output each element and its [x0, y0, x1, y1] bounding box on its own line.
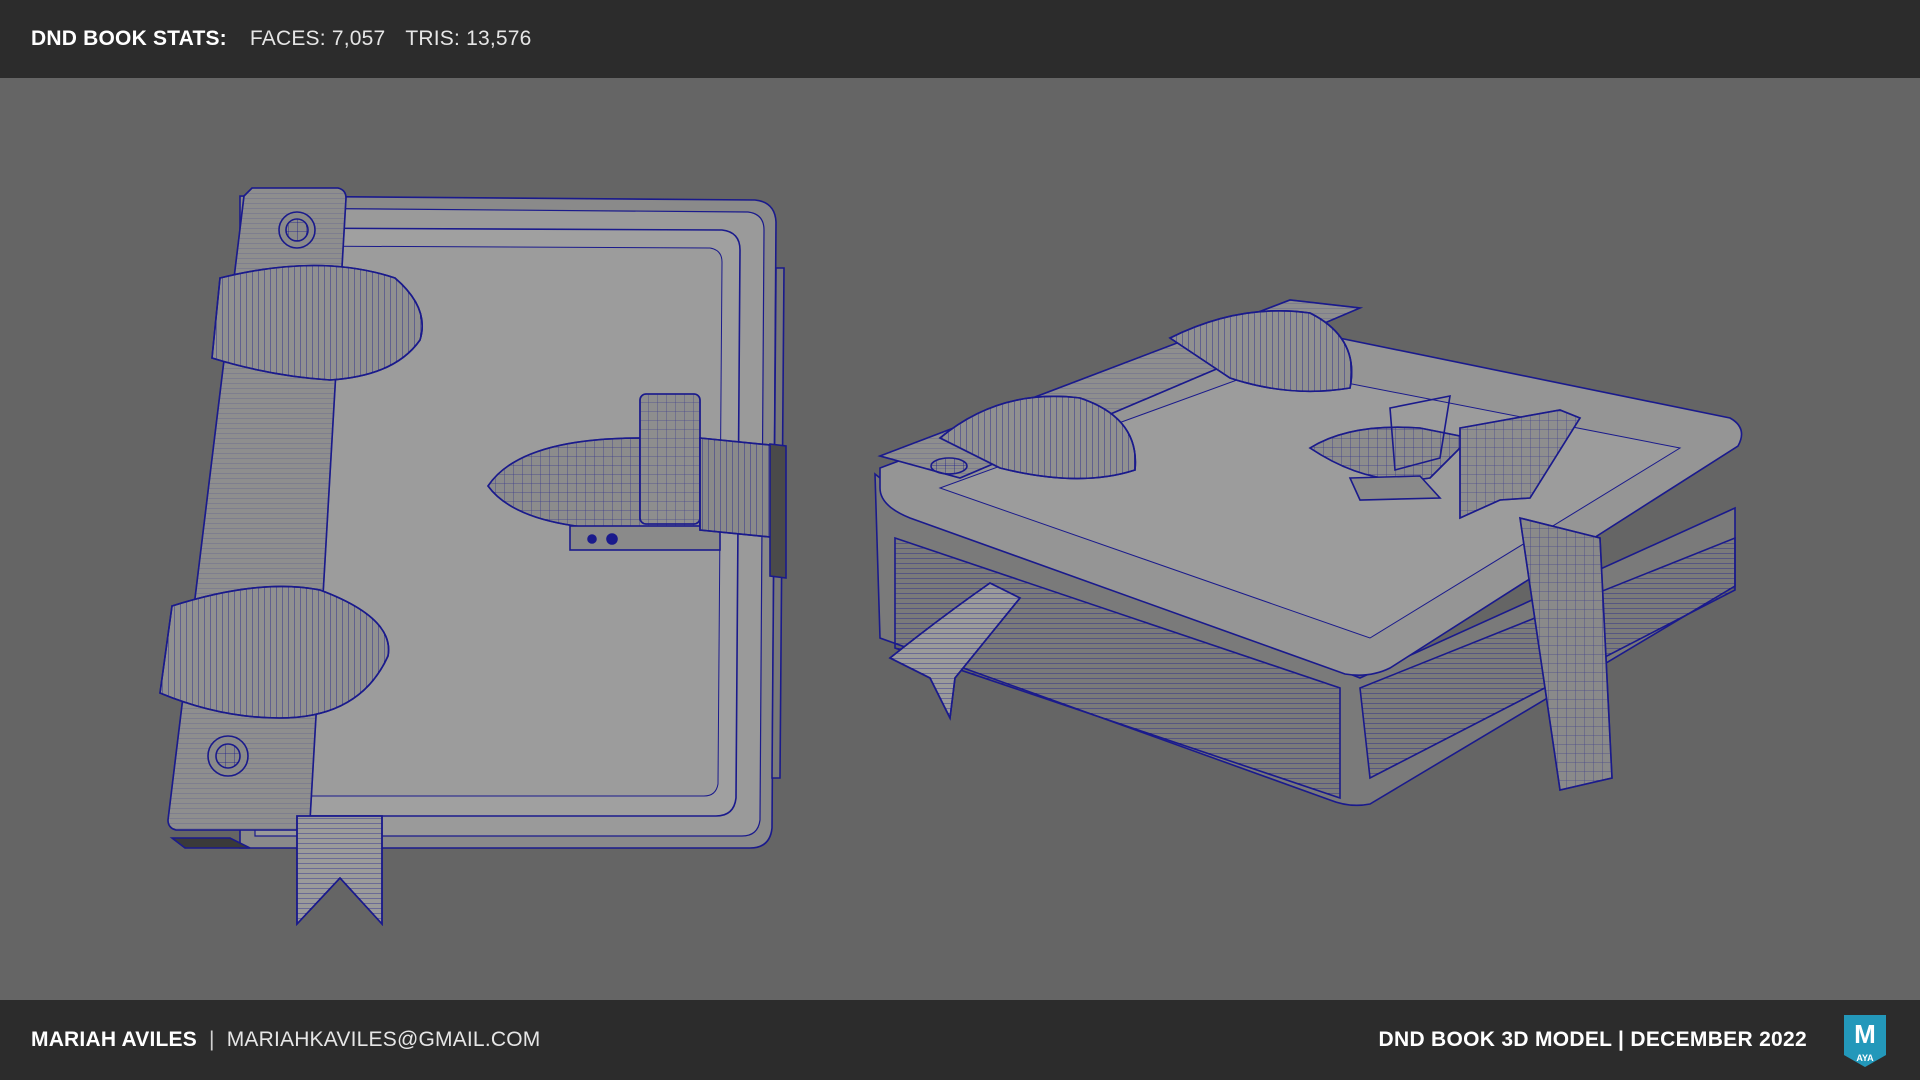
- stats-label: DND BOOK STATS:: [31, 27, 227, 50]
- book-front-view: [159, 187, 787, 927]
- logo-letter: M: [1854, 1019, 1876, 1049]
- model-viewport[interactable]: [0, 78, 1920, 1000]
- author-email[interactable]: MARIAHKAVILES@GMAIL.COM: [227, 1028, 541, 1051]
- author-credits: MARIAH AVILES | MARIAHKAVILES@GMAIL.COM: [31, 1028, 540, 1052]
- maya-logo-icon: M AYA: [1844, 1015, 1886, 1067]
- logo-text: AYA: [1856, 1053, 1874, 1063]
- footer-bar: MARIAH AVILES | MARIAHKAVILES@GMAIL.COM …: [0, 1000, 1920, 1080]
- project-title: DND BOOK 3D MODEL | DECEMBER 2022: [1378, 1028, 1807, 1051]
- book-perspective-view: [874, 299, 1743, 807]
- faces-count: FACES: 7,057: [249, 27, 386, 50]
- tris-count: TRIS: 13,576: [405, 27, 532, 50]
- credits-separator: |: [208, 1028, 215, 1051]
- author-name: MARIAH AVILES: [31, 1028, 197, 1051]
- header-bar: DND BOOK STATS: FACES: 7,057 TRIS: 13,57…: [0, 0, 1920, 78]
